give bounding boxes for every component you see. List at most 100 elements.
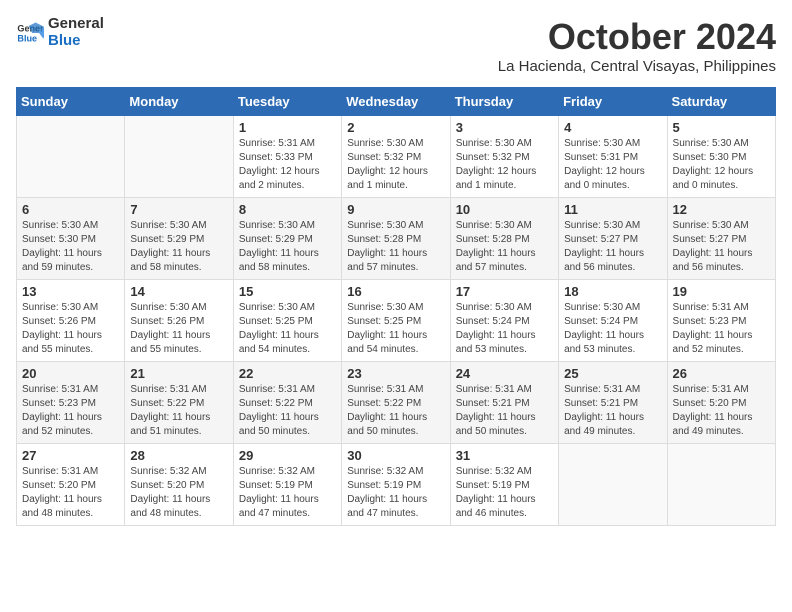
day-number: 21 [130, 366, 227, 381]
calendar-cell: 3 Sunrise: 5:30 AM Sunset: 5:32 PM Daylig… [450, 116, 558, 198]
day-info: Sunrise: 5:31 AM Sunset: 5:21 PM Dayligh… [564, 383, 661, 439]
day-number: 9 [347, 202, 444, 217]
calendar-cell: 17 Sunrise: 5:30 AM Sunset: 5:24 PM Dayli… [450, 280, 558, 362]
day-number: 27 [22, 448, 119, 463]
calendar-cell: 31 Sunrise: 5:32 AM Sunset: 5:19 PM Dayli… [450, 444, 558, 526]
day-info: Sunrise: 5:31 AM Sunset: 5:22 PM Dayligh… [347, 383, 444, 439]
calendar-cell: 11Sunrise: 5:30 AM Sunset: 5:27 PM Dayli… [559, 198, 667, 280]
day-number: 17 [456, 284, 553, 299]
calendar-title: October 2024 [498, 16, 776, 58]
day-number: 25 [564, 366, 661, 381]
day-info: Sunrise: 5:31 AM Sunset: 5:21 PM Dayligh… [456, 383, 553, 439]
calendar-header: SundayMondayTuesdayWednesdayThursdayFrid… [17, 88, 776, 116]
day-info: Sunrise: 5:30 AM Sunset: 5:25 PM Dayligh… [239, 301, 336, 357]
header: General Blue General Blue October 2024 L… [16, 16, 776, 75]
day-info: Sunrise: 5:31 AM Sunset: 5:23 PM Dayligh… [673, 301, 770, 357]
day-number: 23 [347, 366, 444, 381]
svg-text:Blue: Blue [17, 33, 37, 43]
calendar-cell: 5Sunrise: 5:30 AM Sunset: 5:30 PM Daylig… [667, 116, 775, 198]
day-number: 19 [673, 284, 770, 299]
calendar-cell: 30 Sunrise: 5:32 AM Sunset: 5:19 PM Dayli… [342, 444, 450, 526]
day-info: Sunrise: 5:30 AM Sunset: 5:32 PM Dayligh… [456, 137, 553, 193]
day-info: Sunrise: 5:32 AM Sunset: 5:19 PM Dayligh… [347, 465, 444, 521]
calendar-cell [559, 444, 667, 526]
calendar-cell [17, 116, 125, 198]
header-day-thursday: Thursday [450, 88, 558, 116]
calendar-cell: 21Sunrise: 5:31 AM Sunset: 5:22 PM Dayli… [125, 362, 233, 444]
day-number: 30 [347, 448, 444, 463]
day-number: 3 [456, 120, 553, 135]
calendar-cell: 16Sunrise: 5:30 AM Sunset: 5:25 PM Dayli… [342, 280, 450, 362]
calendar-cell: 18 Sunrise: 5:30 AM Sunset: 5:24 PM Dayli… [559, 280, 667, 362]
day-number: 2 [347, 120, 444, 135]
day-number: 18 [564, 284, 661, 299]
day-info: Sunrise: 5:30 AM Sunset: 5:30 PM Dayligh… [673, 137, 770, 193]
header-day-saturday: Saturday [667, 88, 775, 116]
day-number: 20 [22, 366, 119, 381]
calendar-cell: 10Sunrise: 5:30 AM Sunset: 5:28 PM Dayli… [450, 198, 558, 280]
calendar-week-3: 13 Sunrise: 5:30 AM Sunset: 5:26 PM Dayli… [17, 280, 776, 362]
header-day-monday: Monday [125, 88, 233, 116]
calendar-cell: 28 Sunrise: 5:32 AM Sunset: 5:20 PM Dayli… [125, 444, 233, 526]
day-info: Sunrise: 5:30 AM Sunset: 5:30 PM Dayligh… [22, 219, 119, 275]
header-day-wednesday: Wednesday [342, 88, 450, 116]
calendar-cell: 19 Sunrise: 5:31 AM Sunset: 5:23 PM Dayli… [667, 280, 775, 362]
calendar-cell: 1 Sunrise: 5:31 AM Sunset: 5:33 PM Daylig… [233, 116, 341, 198]
day-info: Sunrise: 5:32 AM Sunset: 5:20 PM Dayligh… [130, 465, 227, 521]
day-number: 1 [239, 120, 336, 135]
day-number: 16 [347, 284, 444, 299]
logo: General Blue General Blue [16, 16, 104, 49]
day-info: Sunrise: 5:30 AM Sunset: 5:32 PM Dayligh… [347, 137, 444, 193]
calendar-cell: 25 Sunrise: 5:31 AM Sunset: 5:21 PM Dayli… [559, 362, 667, 444]
calendar-cell: 27 Sunrise: 5:31 AM Sunset: 5:20 PM Dayli… [17, 444, 125, 526]
calendar-week-1: 1 Sunrise: 5:31 AM Sunset: 5:33 PM Daylig… [17, 116, 776, 198]
day-number: 4 [564, 120, 661, 135]
day-number: 8 [239, 202, 336, 217]
calendar-cell: 23 Sunrise: 5:31 AM Sunset: 5:22 PM Dayli… [342, 362, 450, 444]
day-info: Sunrise: 5:31 AM Sunset: 5:23 PM Dayligh… [22, 383, 119, 439]
day-info: Sunrise: 5:30 AM Sunset: 5:24 PM Dayligh… [456, 301, 553, 357]
day-info: Sunrise: 5:30 AM Sunset: 5:31 PM Dayligh… [564, 137, 661, 193]
day-info: Sunrise: 5:30 AM Sunset: 5:28 PM Dayligh… [347, 219, 444, 275]
calendar-cell: 15Sunrise: 5:30 AM Sunset: 5:25 PM Dayli… [233, 280, 341, 362]
calendar-cell: 24 Sunrise: 5:31 AM Sunset: 5:21 PM Dayli… [450, 362, 558, 444]
day-info: Sunrise: 5:31 AM Sunset: 5:33 PM Dayligh… [239, 137, 336, 193]
header-day-sunday: Sunday [17, 88, 125, 116]
calendar-cell: 20 Sunrise: 5:31 AM Sunset: 5:23 PM Dayli… [17, 362, 125, 444]
day-number: 31 [456, 448, 553, 463]
day-info: Sunrise: 5:30 AM Sunset: 5:27 PM Dayligh… [564, 219, 661, 275]
logo-icon: General Blue [16, 19, 44, 47]
calendar-cell: 29 Sunrise: 5:32 AM Sunset: 5:19 PM Dayli… [233, 444, 341, 526]
calendar-cell: 4 Sunrise: 5:30 AM Sunset: 5:31 PM Daylig… [559, 116, 667, 198]
calendar-week-5: 27 Sunrise: 5:31 AM Sunset: 5:20 PM Dayli… [17, 444, 776, 526]
calendar-cell: 14 Sunrise: 5:30 AM Sunset: 5:26 PM Dayli… [125, 280, 233, 362]
day-number: 7 [130, 202, 227, 217]
day-number: 14 [130, 284, 227, 299]
calendar-cell: 12Sunrise: 5:30 AM Sunset: 5:27 PM Dayli… [667, 198, 775, 280]
day-number: 26 [673, 366, 770, 381]
day-info: Sunrise: 5:32 AM Sunset: 5:19 PM Dayligh… [239, 465, 336, 521]
calendar-cell: 8Sunrise: 5:30 AM Sunset: 5:29 PM Daylig… [233, 198, 341, 280]
day-number: 10 [456, 202, 553, 217]
day-info: Sunrise: 5:30 AM Sunset: 5:24 PM Dayligh… [564, 301, 661, 357]
calendar-cell [125, 116, 233, 198]
day-info: Sunrise: 5:30 AM Sunset: 5:26 PM Dayligh… [22, 301, 119, 357]
calendar-table: SundayMondayTuesdayWednesdayThursdayFrid… [16, 87, 776, 526]
calendar-week-2: 6Sunrise: 5:30 AM Sunset: 5:30 PM Daylig… [17, 198, 776, 280]
day-number: 13 [22, 284, 119, 299]
calendar-cell: 26Sunrise: 5:31 AM Sunset: 5:20 PM Dayli… [667, 362, 775, 444]
day-number: 29 [239, 448, 336, 463]
calendar-cell: 7Sunrise: 5:30 AM Sunset: 5:29 PM Daylig… [125, 198, 233, 280]
day-info: Sunrise: 5:30 AM Sunset: 5:26 PM Dayligh… [130, 301, 227, 357]
day-number: 22 [239, 366, 336, 381]
calendar-cell: 22Sunrise: 5:31 AM Sunset: 5:22 PM Dayli… [233, 362, 341, 444]
calendar-cell: 9 Sunrise: 5:30 AM Sunset: 5:28 PM Daylig… [342, 198, 450, 280]
day-number: 28 [130, 448, 227, 463]
calendar-cell: 6Sunrise: 5:30 AM Sunset: 5:30 PM Daylig… [17, 198, 125, 280]
logo-text-blue: Blue [48, 33, 104, 50]
day-number: 24 [456, 366, 553, 381]
calendar-cell: 13 Sunrise: 5:30 AM Sunset: 5:26 PM Dayli… [17, 280, 125, 362]
day-info: Sunrise: 5:31 AM Sunset: 5:20 PM Dayligh… [22, 465, 119, 521]
day-info: Sunrise: 5:32 AM Sunset: 5:19 PM Dayligh… [456, 465, 553, 521]
day-info: Sunrise: 5:30 AM Sunset: 5:27 PM Dayligh… [673, 219, 770, 275]
